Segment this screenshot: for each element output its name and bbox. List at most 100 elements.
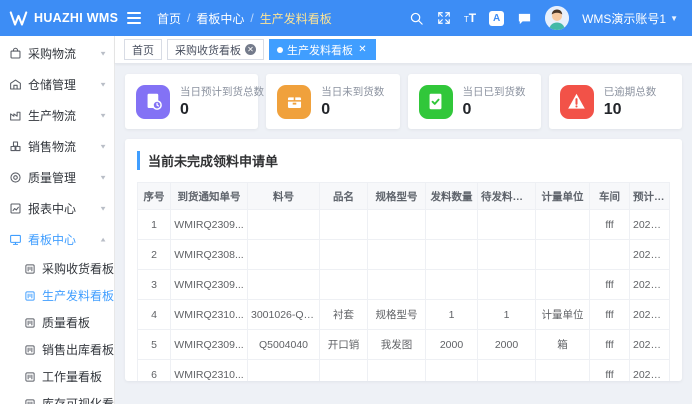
table-cell: 2023-09-05 [630, 210, 670, 240]
stat-card: 当日未到货数0 [266, 74, 399, 129]
sidebar-item[interactable]: 采购物流 ▼ [0, 38, 114, 69]
tab[interactable]: 采购收货看板✕ [167, 39, 264, 60]
sidebar-item-label: 报表中心 [28, 200, 76, 217]
table-cell: WMIRQ2308... [171, 240, 248, 270]
column-header: 预计发料日期 [630, 183, 670, 210]
board-icon [24, 290, 36, 302]
hamburger-icon[interactable] [127, 12, 141, 24]
table-cell [590, 240, 630, 270]
table-cell: WMIRQ2309... [171, 270, 248, 300]
package-icon [277, 85, 311, 119]
table-cell: 2000 [478, 330, 536, 360]
language-icon[interactable]: A [489, 8, 504, 28]
sidebar-item[interactable]: 报表中心 ▼ [0, 193, 114, 224]
font-size-icon[interactable]: TT [464, 8, 476, 28]
message-icon[interactable] [517, 8, 532, 28]
column-header: 待发料数量 [478, 183, 536, 210]
panel-title: 当前未完成领料申请单 [137, 151, 670, 170]
column-header: 到货通知单号 [171, 183, 248, 210]
table-cell: 1 [426, 300, 478, 330]
table-cell [368, 210, 426, 240]
user-menu[interactable]: WMS演示账号1▼ [582, 10, 678, 27]
user-avatar[interactable] [545, 6, 569, 30]
stat-card-value: 0 [180, 101, 264, 119]
search-icon[interactable] [409, 8, 424, 28]
table-cell: 箱 [536, 330, 590, 360]
column-header: 品名 [320, 183, 368, 210]
tab-label: 生产发料看板 [287, 42, 353, 58]
table-cell: 2023-09-20 [630, 330, 670, 360]
sidebar-item[interactable]: 看板中心▲ [0, 224, 114, 255]
table-cell [426, 270, 478, 300]
chevron-down-icon: ▼ [99, 112, 107, 119]
stat-card-label: 已逾期总数 [604, 84, 657, 99]
table-cell [478, 270, 536, 300]
table-cell: 2023-09-20 [630, 270, 670, 300]
procurement-icon [9, 47, 22, 60]
table-cell: fff [590, 270, 630, 300]
fullscreen-icon[interactable] [437, 8, 451, 28]
table-cell [536, 270, 590, 300]
report-icon [9, 202, 22, 215]
pending-requests-panel: 当前未完成领料申请单 序号到货通知单号料号品名规格型号发料数量待发料数量计量单位… [125, 139, 682, 381]
sidebar-item[interactable]: 仓储管理▼ [0, 69, 114, 100]
table-cell [320, 240, 368, 270]
sidebar-item-label: 质量管理 [28, 169, 76, 186]
stat-card-label: 当日已到货数 [463, 84, 526, 99]
column-header: 料号 [248, 183, 320, 210]
table-cell: 6 [138, 360, 171, 382]
header-actions: TT A WMS演示账号1▼ [409, 6, 678, 30]
sidebar-subitem[interactable]: 库存可视化看板 [0, 390, 114, 404]
top-bar-main: 首页/看板中心/生产发料看板 TT A WMS演示账号1▼ [115, 0, 692, 36]
logo: HUAZHI WMS [0, 0, 115, 36]
body-row: 采购物流▼仓储管理▼生产物流▼销售物流▼质量管理▼报表中心▼看板中心▲采购收货看… [0, 36, 692, 404]
chevron-down-icon: ▼ [99, 205, 107, 212]
sidebar-subitem-label: 质量看板 [42, 314, 90, 331]
table-cell [368, 240, 426, 270]
table-header-row: 序号到货通知单号料号品名规格型号发料数量待发料数量计量单位车间预计发料日期 [138, 183, 670, 210]
dashboard-icon [9, 233, 22, 246]
table-row[interactable]: 1WMIRQ2309...fff2023-09-05 [138, 210, 670, 240]
doc-check-icon [419, 85, 453, 119]
table-cell: WMIRQ2310... [171, 360, 248, 382]
sidebar-subitem[interactable]: 质量看板 [0, 309, 114, 336]
sidebar-item[interactable]: 销售物流▼ [0, 131, 114, 162]
sidebar-subitem[interactable]: 销售出库看板 [0, 336, 114, 363]
tab[interactable]: 生产发料看板 ✕ [269, 39, 376, 60]
tab-bar: 首页采购收货看板✕ 生产发料看板 ✕ [115, 36, 692, 64]
breadcrumb: 首页/看板中心/生产发料看板 [157, 10, 332, 27]
tab-close-icon[interactable]: ✕ [357, 44, 368, 55]
table-row[interactable]: 2WMIRQ2308...2023-08-25 [138, 240, 670, 270]
column-header: 规格型号 [368, 183, 426, 210]
board-icon [24, 398, 36, 404]
tab-close-icon[interactable]: ✕ [245, 44, 256, 55]
sidebar-subitem[interactable]: 工作量看板 [0, 363, 114, 390]
table-row[interactable]: 6WMIRQ2310...fff2023-10-12 [138, 360, 670, 382]
sidebar-subitem-label: 采购收货看板 [42, 260, 114, 277]
sidebar-item[interactable]: 生产物流▼ [0, 100, 114, 131]
table-cell [368, 360, 426, 382]
tab-label: 首页 [132, 42, 154, 58]
sidebar-subitem-label: 销售出库看板 [42, 341, 114, 358]
chevron-down-icon: ▼ [99, 50, 107, 57]
table-cell [426, 210, 478, 240]
user-name-label: WMS演示账号1 [582, 10, 666, 27]
sidebar-subitem[interactable]: 生产发料看板 [0, 282, 114, 309]
breadcrumb-item[interactable]: 看板中心 [196, 10, 244, 27]
stat-card-value: 0 [463, 101, 526, 119]
stat-card-value: 10 [604, 101, 657, 119]
sidebar-item-label: 采购物流 [28, 45, 76, 62]
table-row[interactable]: 3WMIRQ2309...fff2023-09-20 [138, 270, 670, 300]
breadcrumb-item[interactable]: 首页 [157, 10, 181, 27]
tab[interactable]: 首页 [124, 39, 162, 60]
table-cell [320, 360, 368, 382]
sidebar-subitem[interactable]: 采购收货看板 [0, 255, 114, 282]
table-row[interactable]: 4WMIRQ2310...3001026-Q3...衬套规格型号11计量单位ff… [138, 300, 670, 330]
table-cell: 衬套 [320, 300, 368, 330]
table-cell: 2023-10-12 [630, 360, 670, 382]
sidebar-item[interactable]: 质量管理▼ [0, 162, 114, 193]
board-icon [24, 371, 36, 383]
chevron-down-icon: ▼ [99, 143, 107, 150]
stat-card-text: 已逾期总数 10 [604, 84, 657, 119]
table-row[interactable]: 5WMIRQ2309...Q5004040开口销我发图20002000箱fff2… [138, 330, 670, 360]
